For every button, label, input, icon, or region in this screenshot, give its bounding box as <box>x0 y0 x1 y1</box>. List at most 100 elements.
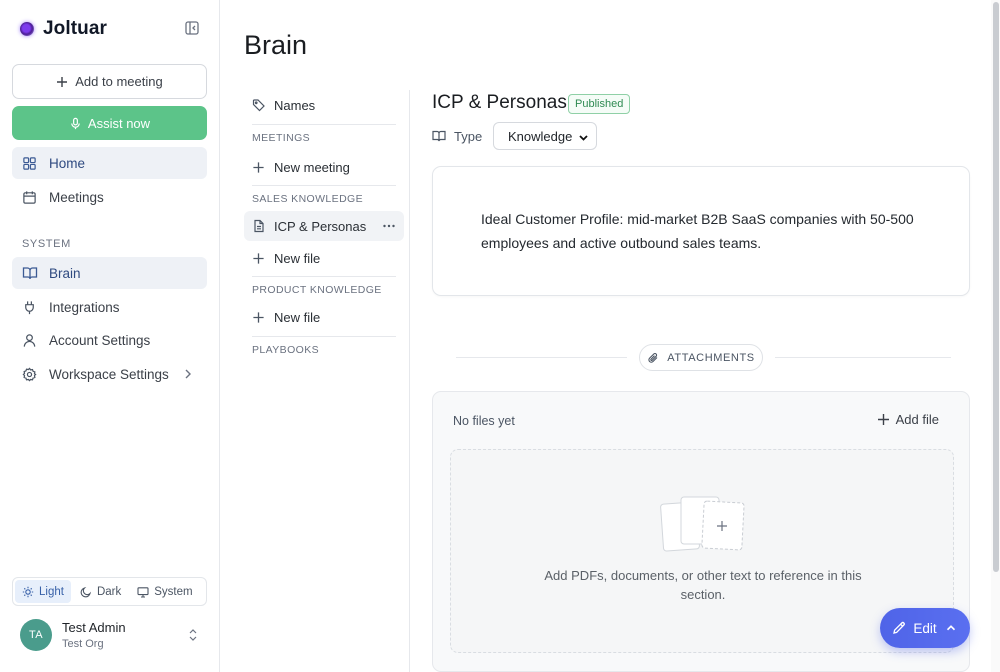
theme-system-label: System <box>154 585 193 598</box>
edit-label: Edit <box>913 620 937 636</box>
documents-illustration-icon <box>660 496 745 552</box>
user-menu[interactable]: TA Test Admin Test Org <box>20 619 200 653</box>
theme-system-button[interactable]: System <box>130 580 199 603</box>
divider <box>456 357 627 358</box>
avatar: TA <box>20 619 52 651</box>
sidebar-item-label: Brain <box>49 265 81 281</box>
brand[interactable]: Joltuar <box>20 16 107 42</box>
gear-icon <box>22 366 38 382</box>
more-horizontal-icon[interactable] <box>382 219 396 233</box>
add-to-meeting-button[interactable]: Add to meeting <box>12 64 207 99</box>
no-files-text: No files yet <box>453 414 515 428</box>
logo-icon <box>20 22 34 36</box>
type-label: Type <box>454 128 483 144</box>
divider <box>775 357 951 358</box>
file-icon <box>252 219 266 233</box>
subnav-section-playbooks: PLAYBOOKS <box>252 344 320 356</box>
theme-light-label: Light <box>39 585 64 598</box>
attachments-label: ATTACHMENTS <box>667 351 755 364</box>
new-file-button[interactable]: New file <box>244 302 404 332</box>
divider <box>252 276 396 277</box>
subnav-item-icp-personas[interactable]: ICP & Personas <box>244 211 404 241</box>
sidebar-item-label: Meetings <box>49 189 104 205</box>
chevron-up-down-icon <box>187 627 199 643</box>
add-to-meeting-label: Add to meeting <box>75 74 163 89</box>
theme-switcher: Light Dark System <box>12 577 207 606</box>
plug-icon <box>22 299 38 315</box>
type-select[interactable]: Knowledge <box>493 122 597 150</box>
divider <box>252 185 396 186</box>
sidebar-item-workspace-settings[interactable]: Workspace Settings <box>12 358 207 390</box>
edit-button[interactable]: Edit <box>880 608 970 648</box>
home-grid-icon <box>22 155 38 171</box>
user-icon <box>22 332 38 348</box>
scrollbar-thumb[interactable] <box>993 2 999 572</box>
subnav-section-product: PRODUCT KNOWLEDGE <box>252 284 382 296</box>
dropzone-text: Add PDFs, documents, or other text to re… <box>544 568 862 602</box>
document-content-card[interactable]: Ideal Customer Profile: mid-market B2B S… <box>432 166 970 296</box>
sun-icon <box>22 586 34 597</box>
theme-light-button[interactable]: Light <box>15 580 71 603</box>
book-icon <box>22 265 38 281</box>
sidebar-item-label: Account Settings <box>49 332 151 348</box>
plus-icon <box>252 251 266 265</box>
sidebar-item-home[interactable]: Home <box>12 147 207 179</box>
sidebar-item-brain[interactable]: Brain <box>12 257 207 289</box>
brand-name: Joltuar <box>43 18 108 39</box>
sidebar-item-label: Workspace Settings <box>49 366 169 382</box>
file-dropzone[interactable]: Add PDFs, documents, or other text to re… <box>450 449 954 653</box>
plus-icon <box>877 414 889 425</box>
status-badge: Published <box>568 94 631 114</box>
type-select-value: Knowledge <box>508 128 573 144</box>
new-file-button[interactable]: New file <box>244 243 404 273</box>
page-title: Brain <box>244 30 308 60</box>
chevron-down-icon <box>578 131 589 142</box>
sidebar: Joltuar Add to meeting Assist now Home M… <box>0 0 220 672</box>
microphone-icon <box>71 117 80 129</box>
plus-icon <box>57 76 68 87</box>
user-name: Test Admin <box>62 620 126 635</box>
book-open-icon <box>432 129 446 143</box>
sidebar-item-label: Home <box>49 155 86 171</box>
new-meeting-button[interactable]: New meeting <box>244 152 404 182</box>
sidebar-item-meetings[interactable]: Meetings <box>12 181 207 213</box>
assist-now-label: Assist now <box>87 115 151 131</box>
knowledge-subnav: Names MEETINGS New meeting SALES KNOWLED… <box>244 90 410 672</box>
subnav-section-meetings: MEETINGS <box>252 132 311 144</box>
scrollbar[interactable] <box>991 0 1000 672</box>
subnav-item-label: ICP & Personas <box>274 218 367 234</box>
sidebar-item-integrations[interactable]: Integrations <box>12 291 207 323</box>
subnav-item-names[interactable]: Names <box>244 90 404 120</box>
subnav-item-label: Names <box>274 97 316 113</box>
moon-icon <box>80 586 91 597</box>
new-file-label: New file <box>274 309 321 325</box>
chevron-up-icon <box>946 625 955 631</box>
section-label-system: SYSTEM <box>22 238 71 250</box>
plus-icon <box>252 310 266 324</box>
document-title: ICP & Personas <box>432 92 567 113</box>
pencil-icon <box>893 621 906 634</box>
calendar-icon <box>22 189 38 205</box>
theme-dark-button[interactable]: Dark <box>73 580 128 603</box>
theme-dark-label: Dark <box>96 585 122 598</box>
paperclip-icon <box>648 352 658 363</box>
new-file-label: New file <box>274 250 321 266</box>
tag-icon <box>252 98 266 112</box>
chevron-right-icon <box>181 367 195 381</box>
collapse-sidebar-icon[interactable] <box>184 20 200 36</box>
assist-now-button[interactable]: Assist now <box>12 106 207 140</box>
divider <box>252 124 396 125</box>
new-meeting-label: New meeting <box>274 159 350 175</box>
plus-icon <box>252 160 266 174</box>
type-row: Type <box>432 122 482 150</box>
monitor-icon <box>137 586 149 598</box>
user-org: Test Org <box>62 638 104 650</box>
sidebar-item-label: Integrations <box>49 299 120 315</box>
attachments-header: ATTACHMENTS <box>639 344 763 371</box>
divider <box>252 336 396 337</box>
add-file-label: Add file <box>895 412 939 427</box>
document-content: Ideal Customer Profile: mid-market B2B S… <box>481 211 914 251</box>
sidebar-item-account-settings[interactable]: Account Settings <box>12 324 207 356</box>
add-file-button[interactable]: Add file <box>877 412 939 427</box>
subnav-section-sales: SALES KNOWLEDGE <box>252 193 364 205</box>
